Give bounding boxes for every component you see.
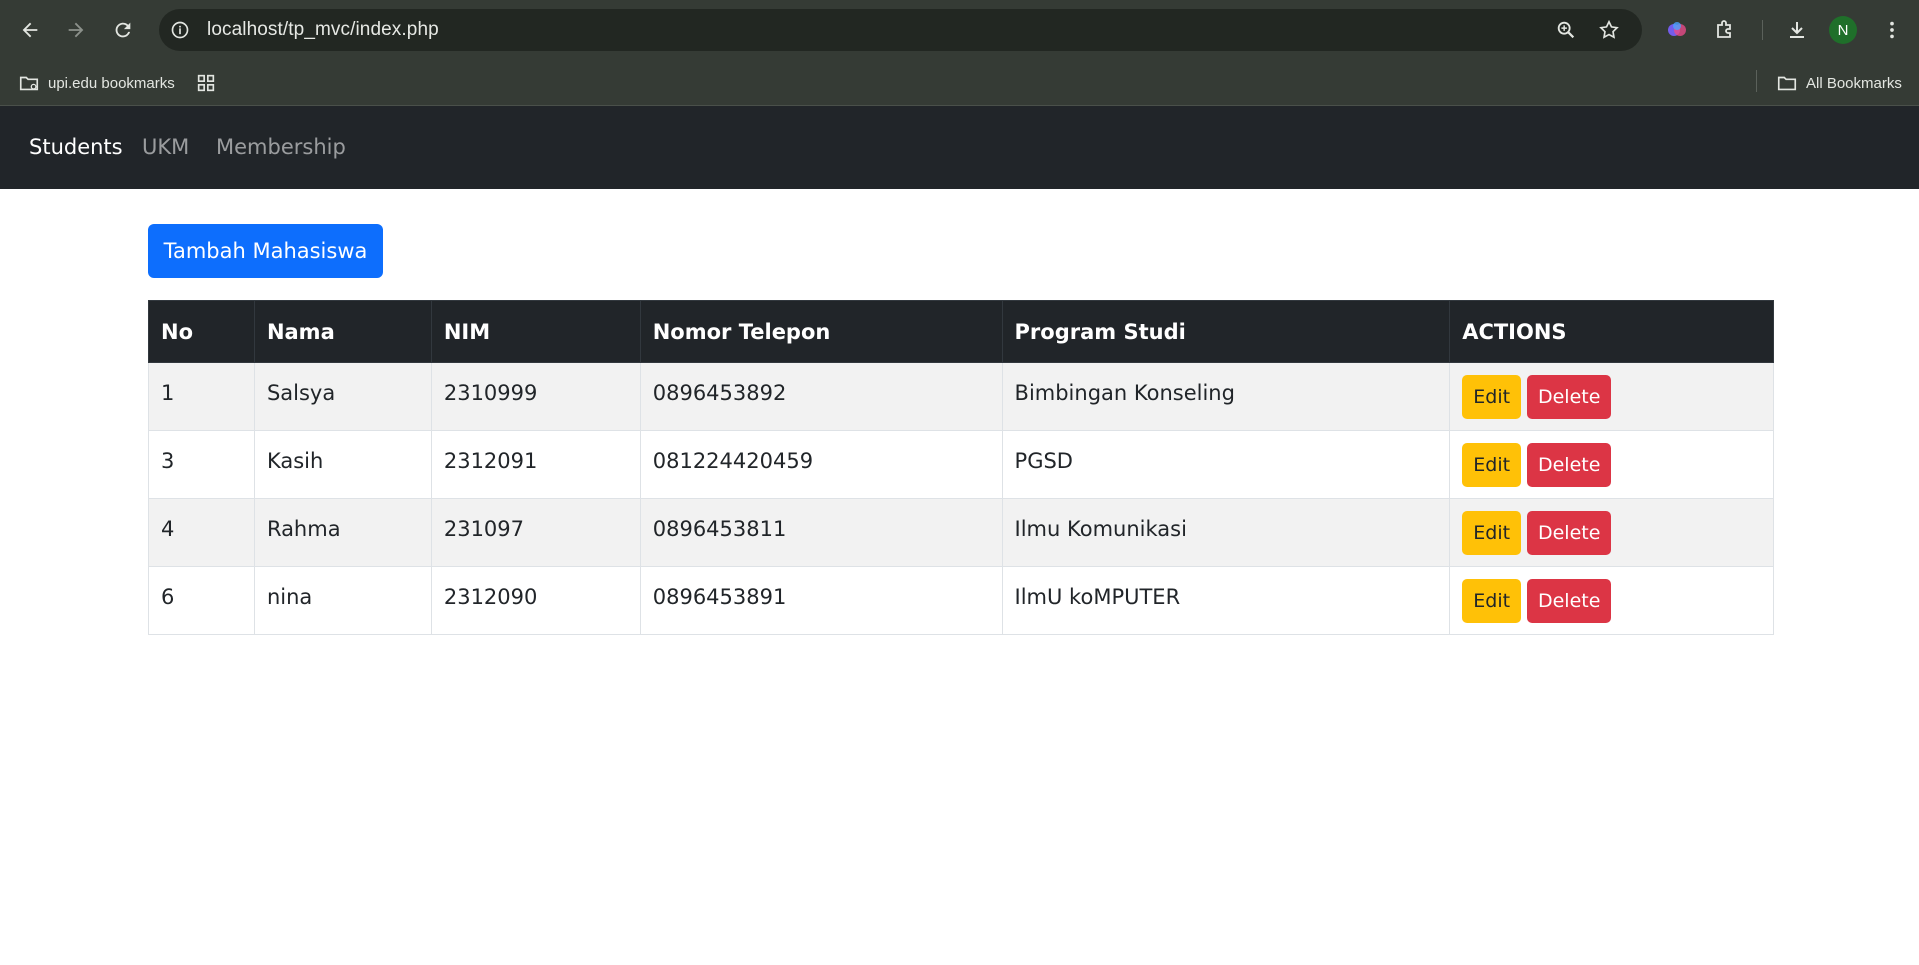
edit-button[interactable]: Edit: [1462, 578, 1522, 623]
cell-nama: Kasih: [253, 430, 432, 499]
apps-shortcut[interactable]: [195, 70, 217, 96]
all-bookmarks-label: All Bookmarks: [1806, 74, 1902, 92]
add-student-button[interactable]: Tambah Mahasiswa: [148, 224, 383, 278]
table-row: 6 nina 2312090 0896453891 IlmU koMPUTER …: [148, 566, 1774, 635]
gemini-extension-icon[interactable]: [1660, 13, 1694, 47]
cell-prodi: PGSD: [1001, 430, 1451, 499]
column-header-nim: NIM: [430, 300, 641, 363]
cell-actions: Edit Delete: [1449, 362, 1774, 431]
cell-actions: Edit Delete: [1449, 566, 1774, 635]
cell-actions: Edit Delete: [1449, 498, 1774, 567]
reload-button[interactable]: [105, 12, 141, 48]
cell-nama: nina: [253, 566, 432, 635]
column-header-no: No: [148, 300, 255, 363]
extensions-puzzle-icon[interactable]: [1708, 13, 1742, 47]
cell-nama: Salsya: [253, 362, 432, 431]
address-bar[interactable]: localhost/tp_mvc/index.php: [159, 9, 1642, 51]
cell-no: 3: [148, 430, 255, 499]
bookmark-star-icon[interactable]: [1596, 17, 1622, 43]
bookmarks-separator: [1756, 70, 1757, 92]
folder-icon: [1777, 76, 1797, 91]
cell-nama: Rahma: [253, 498, 432, 567]
all-bookmarks-button[interactable]: All Bookmarks: [1776, 70, 1902, 96]
delete-button[interactable]: Delete: [1527, 442, 1612, 487]
cell-telepon: 0896453891: [639, 566, 1003, 635]
cell-prodi: Bimbingan Konseling: [1001, 362, 1451, 431]
cell-no: 4: [148, 498, 255, 567]
toolbar-separator: [1762, 20, 1763, 40]
cell-nim: 2312090: [430, 566, 641, 635]
delete-button[interactable]: Delete: [1527, 510, 1612, 555]
app-navbar: Students UKM Membership: [0, 106, 1919, 189]
bookmark-label: upi.edu bookmarks: [48, 74, 175, 92]
site-info-icon[interactable]: [167, 17, 193, 43]
edit-button[interactable]: Edit: [1462, 442, 1522, 487]
cell-prodi: Ilmu Komunikasi: [1001, 498, 1451, 567]
cell-actions: Edit Delete: [1449, 430, 1774, 499]
folder-managed-icon: [19, 76, 39, 91]
cell-nim: 231097: [430, 498, 641, 567]
column-header-nama: Nama: [253, 300, 432, 363]
browser-toolbar: localhost/tp_mvc/index.php N: [0, 0, 1919, 60]
nav-link-membership[interactable]: Membership: [216, 135, 346, 159]
cell-no: 6: [148, 566, 255, 635]
edit-button[interactable]: Edit: [1462, 510, 1522, 555]
bookmark-folder-upi[interactable]: upi.edu bookmarks: [18, 70, 175, 96]
table-header-row: No Nama NIM Nomor Telepon Program Studi …: [148, 300, 1774, 363]
cell-telepon: 0896453811: [639, 498, 1003, 567]
bookmarks-bar: upi.edu bookmarks All Bookmarks: [0, 60, 1919, 106]
cell-no: 1: [148, 362, 255, 431]
kebab-menu-icon[interactable]: [1875, 13, 1909, 47]
download-icon[interactable]: [1780, 13, 1814, 47]
cell-nim: 2310999: [430, 362, 641, 431]
browser-chrome: localhost/tp_mvc/index.php N upi.edu boo…: [0, 0, 1919, 106]
cell-telepon: 081224420459: [639, 430, 1003, 499]
delete-button[interactable]: Delete: [1527, 374, 1612, 419]
zoom-icon[interactable]: [1553, 17, 1579, 43]
reload-icon: [115, 22, 131, 38]
column-header-telepon: Nomor Telepon: [639, 300, 1003, 363]
url-text[interactable]: localhost/tp_mvc/index.php: [207, 19, 439, 41]
profile-avatar[interactable]: N: [1829, 16, 1857, 44]
cell-prodi: IlmU koMPUTER: [1001, 566, 1451, 635]
nav-link-ukm[interactable]: UKM: [142, 135, 189, 159]
edit-button[interactable]: Edit: [1462, 374, 1522, 419]
students-table: No Nama NIM Nomor Telepon Program Studi …: [148, 300, 1774, 635]
nav-link-students[interactable]: Students: [29, 135, 123, 159]
table-row: 3 Kasih 2312091 081224420459 PGSD Edit De…: [148, 430, 1774, 499]
table-row: 4 Rahma 231097 0896453811 Ilmu Komunikas…: [148, 498, 1774, 567]
forward-button[interactable]: [58, 12, 94, 48]
table-row: 1 Salsya 2310999 0896453892 Bimbingan Ko…: [148, 362, 1774, 431]
arrow-left-icon: [22, 22, 38, 38]
arrow-right-icon: [68, 22, 84, 38]
column-header-prodi: Program Studi: [1001, 300, 1451, 363]
apps-grid-icon: [197, 74, 215, 92]
back-button[interactable]: [12, 12, 48, 48]
delete-button[interactable]: Delete: [1527, 578, 1612, 623]
cell-nim: 2312091: [430, 430, 641, 499]
column-header-actions: ACTIONS: [1449, 300, 1774, 363]
cell-telepon: 0896453892: [639, 362, 1003, 431]
